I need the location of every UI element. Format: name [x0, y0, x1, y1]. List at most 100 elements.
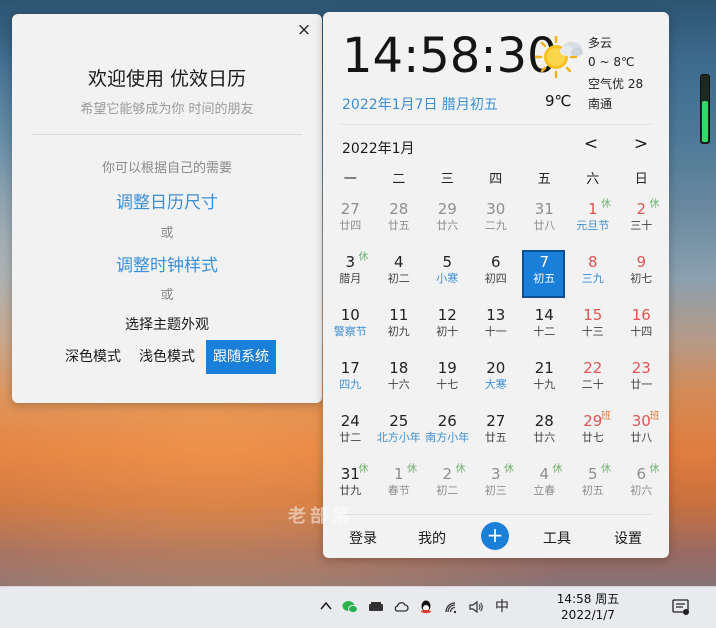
calendar-day[interactable]: 16 十四 — [617, 301, 666, 354]
calendar-day-today[interactable]: 7 初五 — [520, 248, 569, 301]
welcome-title: 欢迎使用 优效日历 — [87, 68, 247, 90]
calendar-day[interactable]: 6 初四 — [472, 248, 521, 301]
tools-button[interactable]: 工具 — [543, 528, 571, 548]
month-label[interactable]: 2022年1月 — [342, 138, 415, 158]
ime-indicator[interactable]: 中 — [494, 599, 510, 615]
welcome-subtitle: 希望它能够成为你 时间的朋友 — [80, 102, 254, 117]
notification-icon[interactable] — [672, 598, 690, 616]
light-mode-button[interactable]: 浅色模式 — [132, 340, 202, 374]
lunar-date: 十六 — [387, 378, 410, 391]
holiday-badge: 休 — [552, 464, 563, 475]
calendar-day[interactable]: 27 廿四 — [326, 195, 375, 248]
calendar-day[interactable]: 23 廿一 — [617, 354, 666, 407]
calendar-day[interactable]: 25 北方小年 — [375, 407, 424, 460]
lunar-date: 十四 — [630, 325, 653, 338]
calendar-day[interactable]: 5 小寒 — [423, 248, 472, 301]
calendar-day[interactable]: 5 初五休 — [569, 460, 618, 513]
day-number: 15 — [583, 306, 603, 324]
wifi-icon[interactable] — [444, 599, 460, 615]
calendar-day[interactable]: 15 十三 — [569, 301, 618, 354]
weekday-label: 日 — [634, 172, 648, 187]
day-number: 19 — [437, 359, 457, 377]
calendar-day[interactable]: 27 廿五 — [472, 407, 521, 460]
calendar-day[interactable]: 10 警察节 — [326, 301, 375, 354]
lunar-date: 初九 — [387, 325, 410, 338]
clock-time: 14:58:30 — [342, 28, 558, 84]
calendar-day[interactable]: 24 廿二 — [326, 407, 375, 460]
adjust-size-link[interactable]: 调整日历尺寸 — [12, 188, 322, 213]
day-number: 22 — [583, 359, 603, 377]
calendar-day[interactable]: 3 初三休 — [472, 460, 521, 513]
holiday-badge: 休 — [407, 464, 417, 475]
calendar-day[interactable]: 12 初十 — [423, 301, 472, 354]
day-number: 11 — [389, 306, 409, 324]
taskbar-clock[interactable]: 14:58 周五 2022/1/7 — [545, 591, 631, 623]
calendar-day[interactable]: 18 十六 — [375, 354, 424, 407]
settings-button[interactable]: 设置 — [614, 528, 642, 548]
calendar-day[interactable]: 4 立春休 — [520, 460, 569, 513]
adjust-clock-link[interactable]: 调整时钟样式 — [12, 251, 322, 276]
weekday-label: 二 — [392, 172, 406, 187]
wechat-icon[interactable] — [342, 599, 358, 615]
calendar-day[interactable]: 17 四九 — [326, 354, 375, 407]
volume-icon[interactable] — [468, 599, 484, 615]
lunar-date: 初五 — [533, 272, 556, 285]
calendar-day[interactable]: 13 十一 — [472, 301, 521, 354]
day-number: 29 — [437, 200, 457, 218]
day-number: 8 — [587, 253, 598, 271]
holiday-badge: 休 — [358, 252, 369, 263]
dark-mode-button[interactable]: 深色模式 — [58, 340, 128, 374]
calendar-day[interactable]: 31 廿八 — [520, 195, 569, 248]
login-button[interactable]: 登录 — [349, 528, 377, 548]
qq-icon[interactable] — [418, 599, 434, 615]
calendar-day[interactable]: 22 二十 — [569, 354, 618, 407]
mine-button[interactable]: 我的 — [418, 528, 446, 548]
add-button[interactable]: + — [481, 522, 509, 550]
calendar-day[interactable]: 1 春节休 — [375, 460, 424, 513]
next-month-button[interactable]: > — [631, 134, 651, 154]
lunar-date: 初二 — [436, 484, 459, 497]
calendar-day[interactable]: 19 十七 — [423, 354, 472, 407]
clock-date: 2022年1月7日 腊月初五 — [342, 97, 498, 113]
day-number: 21 — [534, 359, 554, 377]
calendar-day[interactable]: 30 二九 — [472, 195, 521, 248]
lunar-date: 初十 — [436, 325, 459, 338]
follow-system-button[interactable]: 跟随系统 — [206, 340, 276, 374]
close-button[interactable]: × — [294, 20, 314, 40]
calendar-day[interactable]: 6 初六休 — [617, 460, 666, 513]
calendar-day[interactable]: 2 初二休 — [423, 460, 472, 513]
weekday-label: 一 — [343, 172, 357, 187]
device-icon[interactable] — [368, 599, 384, 615]
day-number: 25 — [389, 412, 409, 430]
holiday-badge: 休 — [649, 464, 660, 475]
cloud-icon[interactable] — [393, 599, 409, 615]
lunar-date: 廿九 — [339, 484, 362, 497]
calendar-day[interactable]: 2 三十休 — [617, 195, 666, 248]
prev-month-button[interactable]: < — [581, 134, 601, 154]
lunar-date: 廿六 — [436, 219, 459, 232]
or-label: 或 — [160, 288, 174, 303]
calendar-day[interactable]: 11 初九 — [375, 301, 424, 354]
or-label: 或 — [160, 226, 174, 241]
chevron-up-icon[interactable] — [318, 599, 334, 615]
weekday-header: 一二三四五六日 — [326, 168, 666, 187]
welcome-panel: × 欢迎使用 优效日历 希望它能够成为你 时间的朋友 你可以根据自己的需要 调整… — [12, 14, 322, 403]
calendar-day[interactable]: 26 南方小年 — [423, 407, 472, 460]
calendar-day[interactable]: 29 廿七班 — [569, 407, 618, 460]
weather-range: 0 ~ 8℃ — [588, 55, 635, 69]
calendar-day[interactable]: 8 三九 — [569, 248, 618, 301]
calendar-day[interactable]: 9 初七 — [617, 248, 666, 301]
calendar-day[interactable]: 21 十九 — [520, 354, 569, 407]
taskbar-date: 2022/1/7 — [561, 608, 615, 622]
calendar-day[interactable]: 14 十二 — [520, 301, 569, 354]
calendar-day[interactable]: 29 廿六 — [423, 195, 472, 248]
lunar-date: 十二 — [533, 325, 556, 338]
calendar-day[interactable]: 1 元旦节休 — [569, 195, 618, 248]
calendar-day[interactable]: 28 廿六 — [520, 407, 569, 460]
calendar-day[interactable]: 28 廿五 — [375, 195, 424, 248]
workday-badge: 班 — [649, 411, 660, 422]
calendar-day[interactable]: 20 大寒 — [472, 354, 521, 407]
calendar-day[interactable]: 30 廿八班 — [617, 407, 666, 460]
calendar-day[interactable]: 4 初二 — [375, 248, 424, 301]
calendar-day[interactable]: 3 腊月休 — [326, 248, 375, 301]
